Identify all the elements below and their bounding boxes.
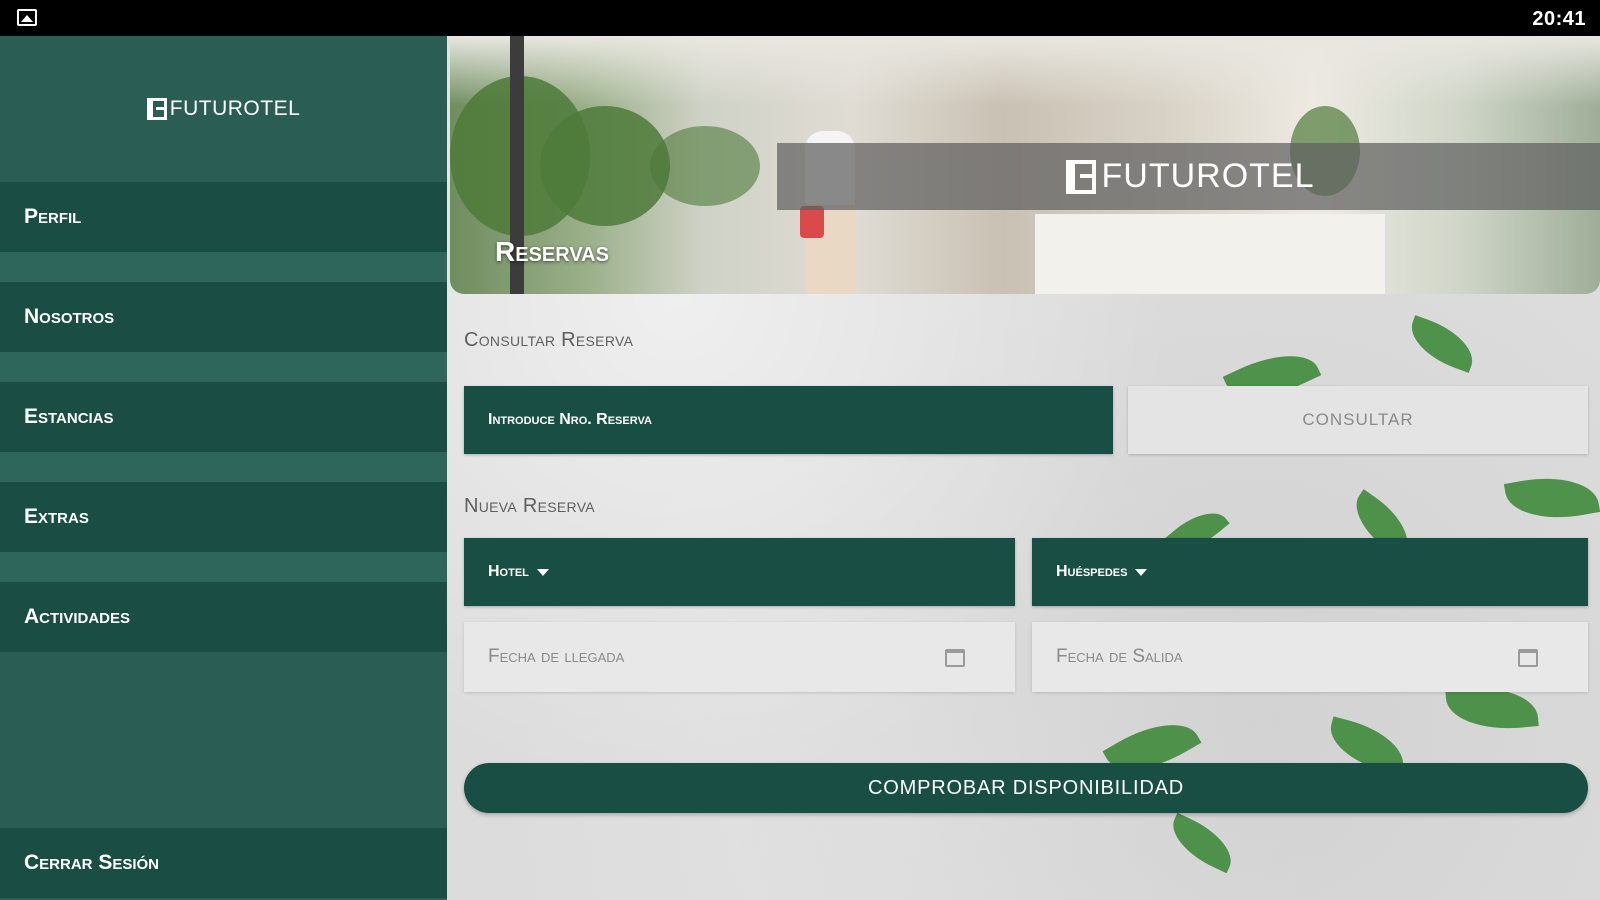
sidebar-item-label: Estancias <box>24 405 114 428</box>
status-bar: 20:41 <box>0 0 1600 36</box>
hotel-select-label: Hotel <box>488 563 529 580</box>
futurotel-logo: FUTUROTEL <box>1065 157 1315 196</box>
sidebar-item-label: Perfil <box>24 205 82 228</box>
leaf-decoration <box>1402 315 1482 373</box>
leaf-decoration <box>1503 468 1600 528</box>
logo-icon <box>146 98 167 120</box>
logo-icon <box>1065 159 1096 194</box>
futurotel-logo: FUTUROTEL <box>146 97 301 121</box>
chevron-down-icon <box>1135 568 1148 576</box>
sidebar-item-nosotros[interactable]: Nosotros <box>0 282 447 352</box>
arrival-date-placeholder: Fecha de llegada <box>488 646 625 667</box>
sidebar-divider <box>0 552 447 582</box>
sidebar-item-label: Extras <box>24 505 89 528</box>
status-time: 20:41 <box>1532 8 1586 30</box>
calendar-icon[interactable] <box>1518 649 1538 667</box>
guests-select[interactable]: Huéspedes <box>1032 538 1588 606</box>
consult-section-label: Consultar Reserva <box>464 329 634 351</box>
sidebar-item-estancias[interactable]: Estancias <box>0 382 447 452</box>
sidebar-item-perfil[interactable]: Perfil <box>0 182 447 252</box>
departure-date-field[interactable]: Fecha de Salida <box>1032 622 1588 692</box>
page-title: Reservas <box>495 236 609 267</box>
main-content: FUTUROTEL Reservas Consultar Reserva CON… <box>447 36 1600 900</box>
sidebar-item-label: Nosotros <box>24 305 115 328</box>
departure-date-placeholder: Fecha de Salida <box>1056 646 1183 667</box>
consult-button[interactable]: CONSULTAR <box>1128 386 1588 454</box>
leaf-decoration <box>1163 812 1241 874</box>
sidebar: FUTUROTEL Perfil Nosotros Estancias Extr… <box>0 36 447 900</box>
sidebar-item-extras[interactable]: Extras <box>0 482 447 552</box>
hotel-select[interactable]: Hotel <box>464 538 1015 606</box>
hero-plant <box>650 126 760 206</box>
reservation-number-field[interactable] <box>464 386 1113 454</box>
sidebar-divider <box>0 452 447 482</box>
sidebar-divider <box>0 252 447 282</box>
hero-bag <box>800 206 824 238</box>
hero-logo-band: FUTUROTEL <box>777 143 1600 210</box>
logout-button[interactable]: Cerrar Sesión <box>0 828 447 898</box>
sidebar-divider <box>0 352 447 382</box>
sidebar-item-actividades[interactable]: Actividades <box>0 582 447 652</box>
hero-banner: FUTUROTEL Reservas <box>450 36 1600 294</box>
hero-ceiling <box>450 36 1600 106</box>
hero-brand-name: FUTUROTEL <box>1101 157 1315 195</box>
hero-reception-desk <box>1035 214 1385 294</box>
sidebar-brand: FUTUROTEL <box>0 36 447 182</box>
new-booking-section-label: Nueva Reserva <box>464 495 595 517</box>
brand-name: FUTUROTEL <box>169 97 301 120</box>
logout-label: Cerrar Sesión <box>24 851 160 874</box>
chevron-down-icon <box>536 568 549 576</box>
arrival-date-field[interactable]: Fecha de llegada <box>464 622 1015 692</box>
check-availability-button[interactable]: COMPROBAR DISPONIBILIDAD <box>464 763 1588 813</box>
sidebar-item-label: Actividades <box>24 605 131 628</box>
calendar-icon[interactable] <box>945 649 965 667</box>
guests-select-label: Huéspedes <box>1056 563 1128 580</box>
image-icon <box>17 9 37 26</box>
reservation-number-input[interactable] <box>488 411 1113 429</box>
